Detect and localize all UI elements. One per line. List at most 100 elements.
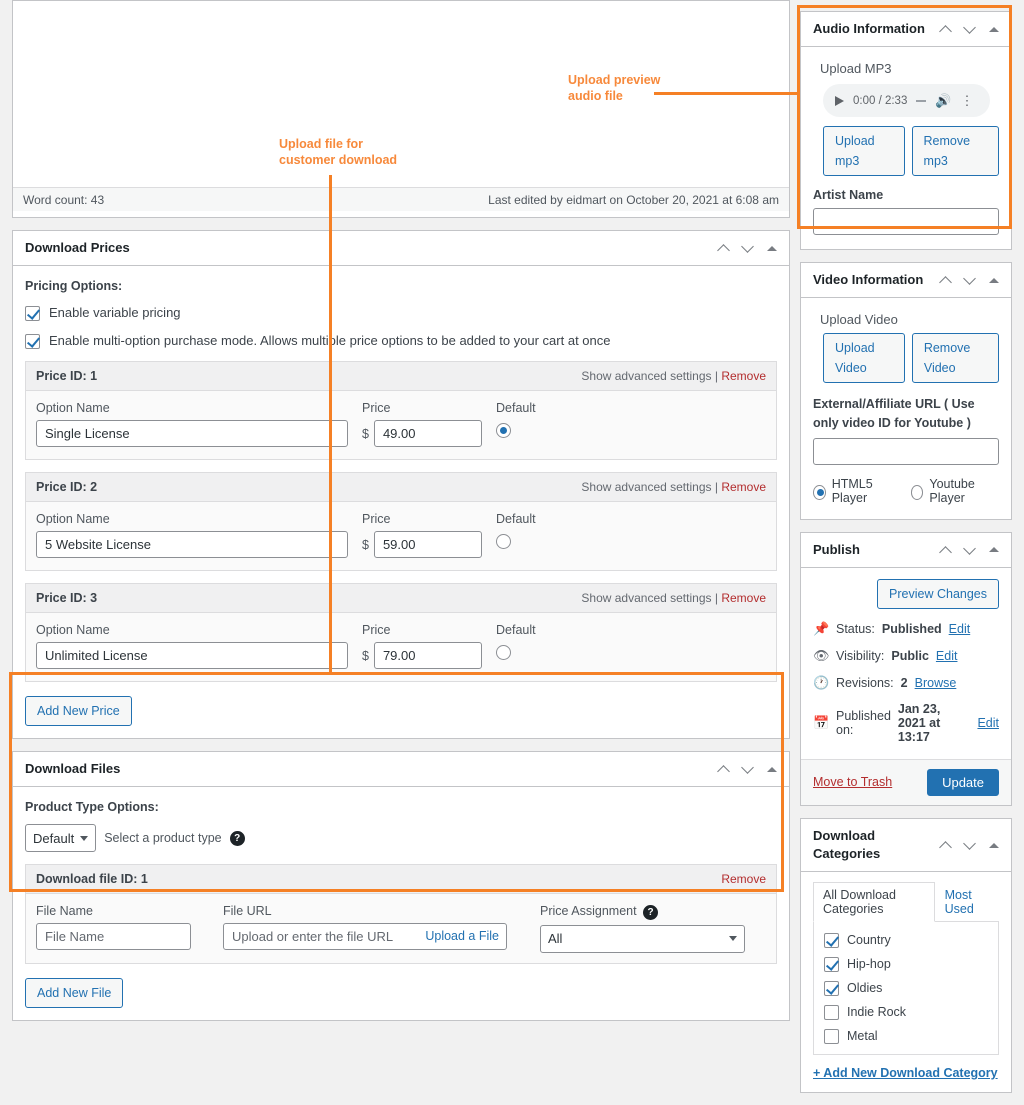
download-files-body: Product Type Options: Default Select a p… bbox=[13, 787, 789, 1019]
move-down-icon[interactable] bbox=[963, 273, 977, 287]
external-url-input[interactable] bbox=[813, 437, 999, 465]
more-options-icon[interactable]: ⋮ bbox=[961, 94, 974, 107]
play-icon[interactable] bbox=[835, 95, 844, 106]
category-checkbox-indie-rock[interactable] bbox=[824, 1005, 839, 1021]
toggle-panel-icon[interactable] bbox=[989, 277, 999, 283]
toggle-panel-icon[interactable] bbox=[989, 842, 999, 848]
editor-status-bar: Word count: 43 Last edited by eidmart on… bbox=[13, 187, 789, 211]
download-categories-header: Download Categories bbox=[801, 819, 1011, 873]
publish-header: Publish bbox=[801, 533, 1011, 568]
add-new-download-category-link[interactable]: + Add New Download Category bbox=[813, 1066, 999, 1080]
move-down-icon[interactable] bbox=[963, 543, 977, 557]
last-edited: Last edited by eidmart on October 20, 20… bbox=[488, 192, 779, 207]
remove-mp3-button[interactable]: Remove mp3 bbox=[911, 126, 999, 177]
chevron-down-icon bbox=[729, 936, 737, 942]
update-button[interactable]: Update bbox=[927, 768, 999, 796]
move-down-icon[interactable] bbox=[741, 762, 755, 776]
help-icon[interactable]: ? bbox=[643, 904, 659, 920]
default-price-radio[interactable] bbox=[496, 534, 511, 550]
move-up-icon[interactable] bbox=[939, 543, 953, 557]
revisions-browse-link[interactable]: Browse bbox=[915, 676, 957, 690]
video-information-title: Video Information bbox=[813, 272, 924, 288]
price-assignment-select[interactable]: All bbox=[540, 924, 745, 953]
move-up-icon[interactable] bbox=[939, 273, 953, 287]
published-on-edit-link[interactable]: Edit bbox=[977, 716, 999, 730]
artist-name-input[interactable] bbox=[813, 208, 999, 236]
move-up-icon[interactable] bbox=[939, 838, 953, 852]
revisions-label: Revisions: bbox=[836, 675, 894, 690]
show-advanced-settings-link[interactable]: Show advanced settings bbox=[581, 369, 711, 383]
visibility-edit-link[interactable]: Edit bbox=[936, 649, 958, 663]
default-price-radio[interactable] bbox=[496, 423, 511, 439]
upload-mp3-button[interactable]: Upload mp3 bbox=[823, 126, 905, 177]
remove-price-link[interactable]: Remove bbox=[721, 369, 766, 383]
upload-a-file-link[interactable]: Upload a File bbox=[425, 929, 499, 943]
youtube-player-radio[interactable] bbox=[910, 484, 924, 500]
preview-changes-button[interactable]: Preview Changes bbox=[877, 578, 999, 609]
category-item[interactable]: Oldies bbox=[824, 980, 988, 997]
enable-variable-pricing-checkbox[interactable] bbox=[25, 306, 40, 322]
default-label: Default bbox=[496, 512, 536, 527]
move-up-icon[interactable] bbox=[717, 241, 731, 255]
toggle-panel-icon[interactable] bbox=[767, 766, 777, 772]
show-advanced-settings-link[interactable]: Show advanced settings bbox=[581, 591, 711, 605]
artist-name-label: Artist Name bbox=[813, 188, 884, 203]
price-input[interactable] bbox=[373, 642, 482, 670]
move-down-icon[interactable] bbox=[741, 241, 755, 255]
help-icon[interactable]: ? bbox=[229, 830, 245, 846]
tab-all-download-categories[interactable]: All Download Categories bbox=[813, 882, 935, 923]
category-item[interactable]: Metal bbox=[824, 1028, 988, 1045]
remove-price-link[interactable]: Remove bbox=[721, 591, 766, 605]
move-down-icon[interactable] bbox=[963, 838, 977, 852]
remove-price-link[interactable]: Remove bbox=[721, 480, 766, 494]
add-new-file-button[interactable]: Add New File bbox=[25, 977, 124, 1008]
category-checkbox-oldies[interactable] bbox=[824, 981, 839, 997]
toggle-panel-icon[interactable] bbox=[767, 245, 777, 251]
youtube-player-option[interactable]: Youtube Player bbox=[910, 476, 999, 505]
enable-multi-option-row[interactable]: Enable multi-option purchase mode. Allow… bbox=[25, 333, 777, 350]
toggle-panel-icon[interactable] bbox=[989, 26, 999, 32]
move-to-trash-link[interactable]: Move to Trash bbox=[813, 775, 892, 789]
category-item[interactable]: Country bbox=[824, 932, 988, 949]
show-advanced-settings-link[interactable]: Show advanced settings bbox=[581, 480, 711, 494]
product-type-select[interactable]: Default bbox=[25, 824, 97, 853]
tab-most-used[interactable]: Most Used bbox=[935, 882, 999, 922]
audio-player[interactable]: 0:00 / 2:33 🔊 ⋮ bbox=[823, 84, 990, 118]
category-checkbox-hip-hop[interactable] bbox=[824, 957, 839, 973]
category-label: Metal bbox=[847, 1029, 878, 1044]
audio-information-box: Audio Information Upload MP3 0:00 / 2:33… bbox=[800, 11, 1012, 251]
status-edit-link[interactable]: Edit bbox=[949, 622, 971, 636]
youtube-player-label: Youtube Player bbox=[929, 476, 975, 505]
category-checkbox-country[interactable] bbox=[824, 933, 839, 949]
price-assignment-value: All bbox=[548, 931, 563, 947]
sidebar-column: Audio Information Upload MP3 0:00 / 2:33… bbox=[800, 0, 1012, 1105]
progress-bar[interactable] bbox=[916, 99, 927, 102]
enable-variable-pricing-row[interactable]: Enable variable pricing bbox=[25, 305, 777, 322]
html5-player-radio[interactable] bbox=[813, 484, 826, 500]
file-name-input[interactable] bbox=[36, 923, 191, 951]
option-name-input[interactable] bbox=[36, 642, 348, 670]
option-name-input[interactable] bbox=[36, 531, 348, 559]
remove-file-link[interactable]: Remove bbox=[721, 872, 766, 886]
upload-video-button[interactable]: Upload Video bbox=[823, 333, 905, 384]
price-input[interactable] bbox=[373, 420, 482, 448]
visibility-label: Visibility: bbox=[836, 648, 885, 663]
price-input[interactable] bbox=[373, 531, 482, 559]
volume-icon[interactable]: 🔊 bbox=[935, 93, 951, 109]
remove-video-button[interactable]: Remove Video bbox=[911, 333, 999, 384]
category-item[interactable]: Hip-hop bbox=[824, 956, 988, 973]
currency-symbol: $ bbox=[362, 537, 369, 552]
price-row-header: Price ID: 1 Show advanced settings | Rem… bbox=[26, 362, 776, 392]
move-up-icon[interactable] bbox=[717, 762, 731, 776]
option-name-input[interactable] bbox=[36, 420, 348, 448]
enable-multi-option-checkbox[interactable] bbox=[25, 334, 40, 350]
add-new-price-button[interactable]: Add New Price bbox=[25, 696, 132, 727]
category-label: Indie Rock bbox=[847, 1005, 907, 1020]
category-item[interactable]: Indie Rock bbox=[824, 1004, 988, 1021]
default-price-radio[interactable] bbox=[496, 645, 511, 661]
html5-player-option[interactable]: HTML5 Player bbox=[813, 477, 898, 505]
toggle-panel-icon[interactable] bbox=[989, 547, 999, 553]
category-checkbox-metal[interactable] bbox=[824, 1029, 839, 1045]
move-up-icon[interactable] bbox=[939, 22, 953, 36]
move-down-icon[interactable] bbox=[963, 22, 977, 36]
